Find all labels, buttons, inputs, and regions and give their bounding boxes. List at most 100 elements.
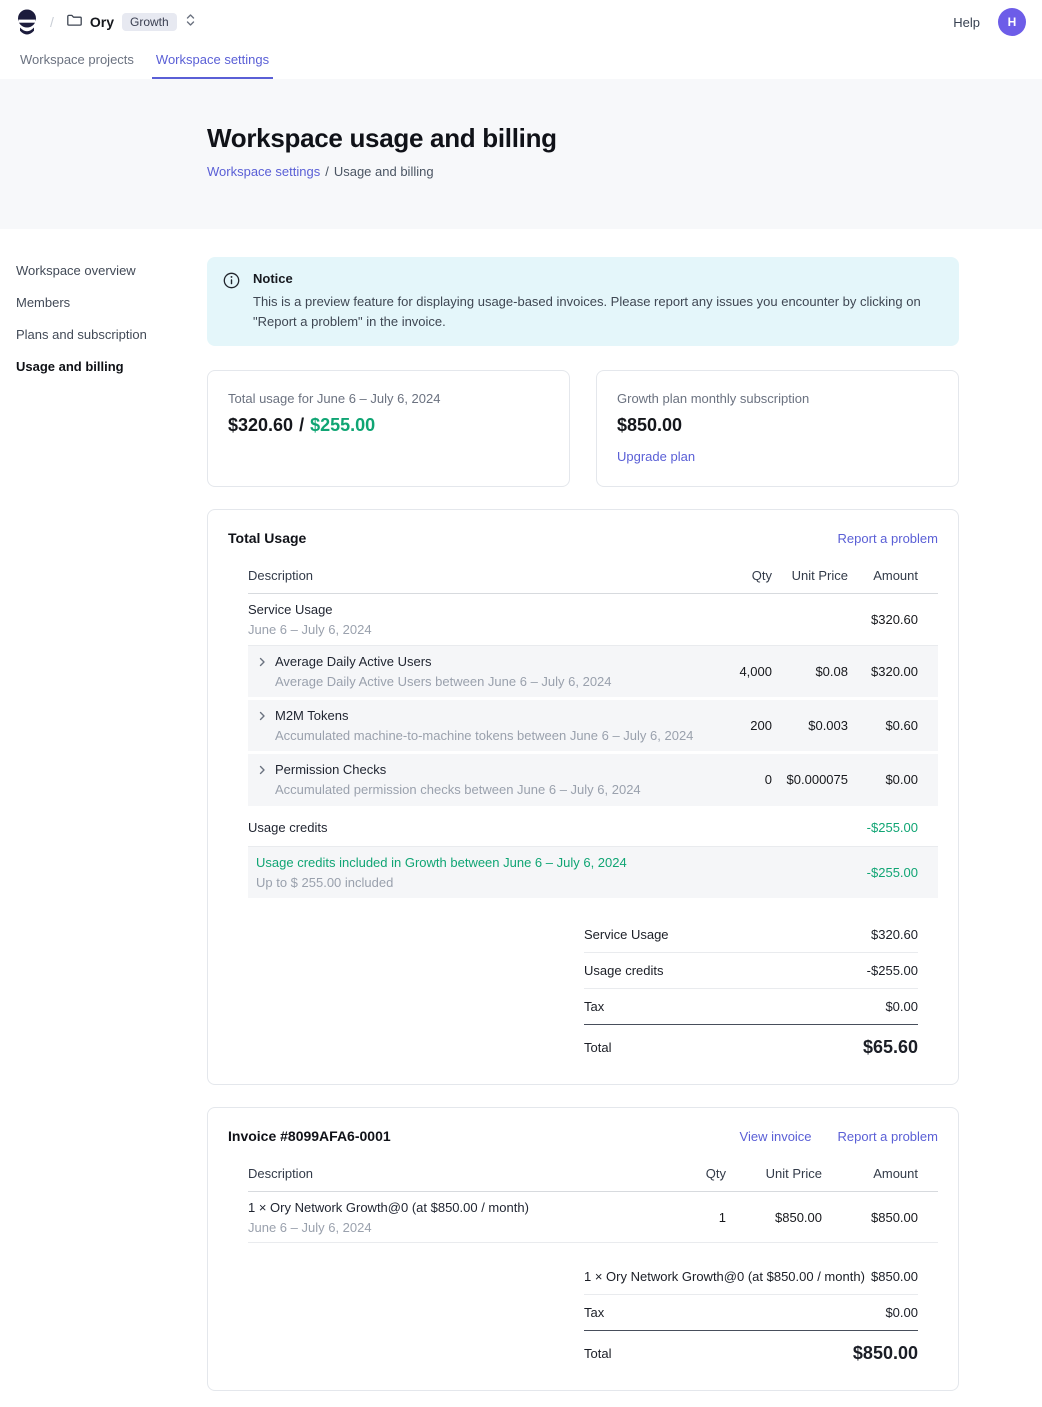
usage-amount: $320.60 — [228, 415, 293, 436]
usage-row-average-daily-active-users[interactable]: Average Daily Active Users Average Daily… — [248, 646, 938, 700]
summary-value: -$255.00 — [867, 963, 918, 978]
avatar[interactable]: H — [998, 8, 1026, 36]
chevron-updown-icon — [185, 13, 196, 32]
notice-title: Notice — [253, 271, 941, 286]
settings-sidebar: Workspace overview Members Plans and sub… — [0, 229, 207, 1407]
usage-panel-header: Total Usage Report a problem — [208, 530, 958, 546]
row-unit-price: $0.003 — [772, 711, 848, 740]
info-icon — [223, 272, 240, 332]
row-amount: $850.00 — [822, 1203, 918, 1231]
summary-row-total: Total $850.00 — [584, 1331, 918, 1366]
row-description: Accumulated machine-to-machine tokens be… — [275, 727, 693, 744]
col-description: Description — [248, 1166, 630, 1181]
summary-label: Total — [584, 1346, 611, 1361]
breadcrumb-separator: / — [325, 164, 329, 179]
plan-badge: Growth — [122, 13, 177, 31]
usage-separator: / — [299, 415, 304, 436]
row-description: Average Daily Active Users between June … — [275, 673, 612, 690]
row-period: June 6 – July 6, 2024 — [248, 1219, 529, 1236]
upgrade-plan-link[interactable]: Upgrade plan — [617, 449, 695, 464]
row-description: Up to $ 255.00 included — [256, 874, 627, 891]
sidebar-item-plans-and-subscription[interactable]: Plans and subscription — [16, 323, 191, 346]
breadcrumb-current: Usage and billing — [334, 164, 434, 179]
workspace-tabs: Workspace projects Workspace settings — [0, 44, 1042, 79]
sidebar-item-members[interactable]: Members — [16, 291, 191, 314]
summary-label: Tax — [584, 999, 604, 1014]
ory-logo[interactable] — [16, 9, 38, 35]
usage-summary: Service Usage $320.60 Usage credits -$25… — [584, 917, 918, 1060]
row-description: Accumulated permission checks between Ju… — [275, 781, 641, 798]
report-problem-link[interactable]: Report a problem — [838, 531, 938, 546]
usage-row-usage-credits-included: Usage credits included in Growth between… — [248, 847, 938, 901]
row-amount: -$255.00 — [848, 858, 918, 887]
sidebar-item-workspace-overview[interactable]: Workspace overview — [16, 259, 191, 282]
invoice-row-growth-plan: 1 × Ory Network Growth@0 (at $850.00 / m… — [248, 1192, 938, 1243]
chevron-right-icon[interactable] — [256, 710, 268, 725]
summary-row-line-item: 1 × Ory Network Growth@0 (at $850.00 / m… — [584, 1259, 918, 1295]
summary-label: Total — [584, 1040, 611, 1055]
invoice-title: Invoice #8099AFA6-0001 — [228, 1128, 391, 1144]
invoice-table-header: Description Qty Unit Price Amount — [248, 1166, 938, 1192]
invoice-table: Description Qty Unit Price Amount 1 × Or… — [228, 1166, 938, 1366]
help-link[interactable]: Help — [953, 15, 980, 30]
workspace-switcher[interactable]: Ory Growth — [66, 12, 196, 33]
col-qty: Qty — [702, 568, 772, 583]
col-amount: Amount — [848, 568, 918, 583]
usage-row-permission-checks[interactable]: Permission Checks Accumulated permission… — [248, 754, 938, 808]
row-amount: $320.60 — [848, 605, 918, 633]
main-content: Notice This is a preview feature for dis… — [207, 229, 959, 1407]
invoice-summary: 1 × Ory Network Growth@0 (at $850.00 / m… — [584, 1259, 918, 1366]
notice-banner: Notice This is a preview feature for dis… — [207, 257, 959, 346]
row-qty: 1 — [630, 1203, 726, 1231]
summary-row-tax: Tax $0.00 — [584, 989, 918, 1025]
row-name: 1 × Ory Network Growth@0 (at $850.00 / m… — [248, 1199, 529, 1216]
plan-label: Growth plan monthly subscription — [617, 391, 938, 406]
summary-label: 1 × Ory Network Growth@0 (at $850.00 / m… — [584, 1269, 865, 1284]
tab-workspace-settings[interactable]: Workspace settings — [152, 44, 273, 79]
row-amount: -$255.00 — [848, 810, 918, 845]
row-name: Usage credits — [248, 819, 327, 836]
total-usage-card: Total usage for June 6 – July 6, 2024 $3… — [207, 370, 570, 487]
sidebar-item-usage-and-billing[interactable]: Usage and billing — [16, 355, 191, 378]
page-header: Workspace usage and billing Workspace se… — [0, 79, 1042, 229]
summary-value: $320.60 — [871, 927, 918, 942]
page-title: Workspace usage and billing — [207, 123, 1042, 154]
row-name: Permission Checks — [275, 761, 641, 778]
chevron-right-icon[interactable] — [256, 656, 268, 671]
usage-table: Description Qty Unit Price Amount Servic… — [228, 568, 938, 1060]
workspace-name: Ory — [90, 14, 114, 30]
row-qty — [702, 613, 772, 626]
breadcrumb: Workspace settings / Usage and billing — [207, 164, 1042, 179]
summary-value: $850.00 — [871, 1269, 918, 1284]
tab-workspace-projects[interactable]: Workspace projects — [16, 44, 138, 79]
breadcrumb-link-workspace-settings[interactable]: Workspace settings — [207, 164, 320, 179]
row-unit-price — [772, 613, 848, 626]
report-problem-link[interactable]: Report a problem — [838, 1129, 938, 1144]
view-invoice-link[interactable]: View invoice — [740, 1129, 812, 1144]
folder-icon — [66, 12, 82, 33]
summary-label: Service Usage — [584, 927, 669, 942]
row-qty: 4,000 — [702, 657, 772, 686]
row-name: Usage credits included in Growth between… — [256, 854, 627, 871]
summary-row-total: Total $65.60 — [584, 1025, 918, 1060]
usage-panel-title: Total Usage — [228, 530, 306, 546]
row-name: M2M Tokens — [275, 707, 693, 724]
col-unit-price: Unit Price — [772, 568, 848, 583]
col-qty: Qty — [630, 1166, 726, 1181]
summary-row-tax: Tax $0.00 — [584, 1295, 918, 1331]
row-qty: 0 — [702, 765, 772, 794]
usage-credit-amount: $255.00 — [310, 415, 375, 436]
row-unit-price: $850.00 — [726, 1203, 822, 1231]
row-unit-price: $0.08 — [772, 657, 848, 686]
usage-row-m2m-tokens[interactable]: M2M Tokens Accumulated machine-to-machin… — [248, 700, 938, 754]
usage-table-header: Description Qty Unit Price Amount — [248, 568, 938, 594]
usage-row-usage-credits: Usage credits -$255.00 — [248, 809, 938, 847]
chevron-right-icon[interactable] — [256, 764, 268, 779]
col-description: Description — [248, 568, 702, 583]
summary-total-value: $850.00 — [853, 1343, 918, 1364]
total-usage-panel: Total Usage Report a problem Description… — [207, 509, 959, 1085]
plan-subscription-card: Growth plan monthly subscription $850.00… — [596, 370, 959, 487]
summary-value: $0.00 — [885, 1305, 918, 1320]
row-period: June 6 – July 6, 2024 — [248, 621, 372, 638]
topbar-separator: / — [50, 14, 54, 30]
